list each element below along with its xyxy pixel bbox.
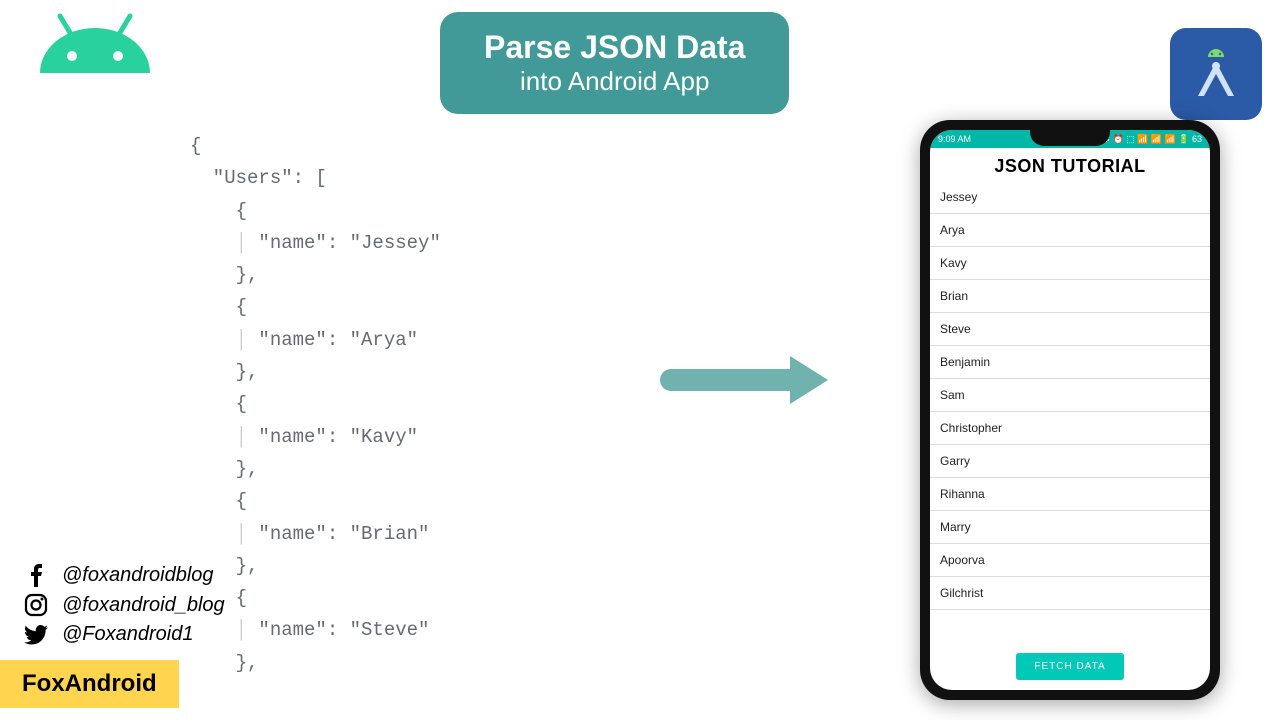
list-item[interactable]: Apoorva	[930, 544, 1210, 577]
brand-tag: FoxAndroid	[0, 660, 179, 708]
list-item[interactable]: Brian	[930, 280, 1210, 313]
facebook-icon	[22, 563, 50, 587]
list-item[interactable]: Marry	[930, 511, 1210, 544]
phone-mockup: 9:09 AM 46/s ✱ ⏰ ⬚ 📶 📶 📶 🔋 63 JSON TUTOR…	[920, 120, 1220, 700]
status-time: 9:09 AM	[938, 134, 971, 144]
twitter-handle: @Foxandroid1	[62, 623, 193, 646]
list-item[interactable]: Steve	[930, 313, 1210, 346]
user-list: JesseyAryaKavyBrianSteveBenjaminSamChris…	[930, 181, 1210, 645]
phone-notch	[1030, 130, 1110, 146]
android-studio-icon	[1170, 28, 1262, 120]
fetch-data-button[interactable]: FETCH DATA	[1016, 653, 1123, 680]
instagram-row: @foxandroid_blog	[22, 593, 225, 617]
instagram-handle: @foxandroid_blog	[62, 594, 225, 617]
list-item[interactable]: Gilchrist	[930, 577, 1210, 610]
list-item[interactable]: Rihanna	[930, 478, 1210, 511]
list-item[interactable]: Arya	[930, 214, 1210, 247]
list-item[interactable]: Kavy	[930, 247, 1210, 280]
list-item[interactable]: Jessey	[930, 181, 1210, 214]
title-badge: Parse JSON Data into Android App	[440, 12, 789, 114]
list-item[interactable]: Garry	[930, 445, 1210, 478]
list-item[interactable]: Christopher	[930, 412, 1210, 445]
json-code-block: { "Users": [ { │ "name": "Jessey" }, { │…	[190, 130, 441, 679]
facebook-handle: @foxandroidblog	[62, 564, 214, 587]
arrow-icon	[660, 355, 840, 405]
list-item[interactable]: Benjamin	[930, 346, 1210, 379]
twitter-icon	[22, 625, 50, 645]
facebook-row: @foxandroidblog	[22, 563, 225, 587]
list-item[interactable]: Sam	[930, 379, 1210, 412]
social-links: @foxandroidblog @foxandroid_blog @Foxand…	[22, 563, 225, 652]
twitter-row: @Foxandroid1	[22, 623, 225, 646]
instagram-icon	[22, 593, 50, 617]
phone-screen: 9:09 AM 46/s ✱ ⏰ ⬚ 📶 📶 📶 🔋 63 JSON TUTOR…	[930, 130, 1210, 690]
title-line1: Parse JSON Data	[484, 28, 745, 66]
android-head-icon	[30, 8, 160, 93]
app-title: JSON TUTORIAL	[930, 148, 1210, 181]
title-line2: into Android App	[484, 66, 745, 97]
